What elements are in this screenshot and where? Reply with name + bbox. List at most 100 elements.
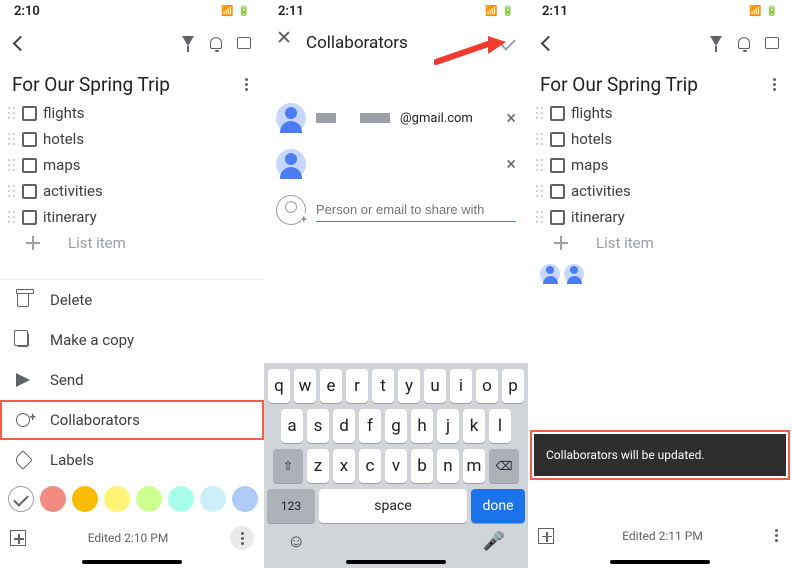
checklist-item[interactable]: activities: [534, 178, 786, 204]
checklist-item[interactable]: maps: [6, 152, 258, 178]
color-swatch[interactable]: [72, 486, 98, 512]
backspace-key[interactable]: ⌫: [489, 449, 519, 483]
checklist-item[interactable]: activities: [6, 178, 258, 204]
checklist-item[interactable]: maps: [534, 152, 786, 178]
status-time: 2:10: [14, 4, 40, 19]
back-icon[interactable]: [8, 31, 32, 55]
space-key[interactable]: space: [319, 489, 467, 523]
letter-key[interactable]: t: [372, 369, 394, 403]
letter-key[interactable]: r: [346, 369, 368, 403]
color-swatch[interactable]: [232, 486, 258, 512]
sheet-labels[interactable]: Labels: [0, 440, 264, 480]
pin-icon[interactable]: [176, 31, 200, 55]
color-swatch[interactable]: [40, 486, 66, 512]
remove-collaborator-icon[interactable]: ×: [506, 154, 516, 175]
pin-icon[interactable]: [704, 31, 728, 55]
add-list-item[interactable]: List item: [534, 230, 786, 256]
overflow-icon[interactable]: [769, 74, 780, 95]
status-time: 2:11: [542, 4, 568, 19]
letter-key[interactable]: w: [294, 369, 316, 403]
color-swatch[interactable]: [168, 486, 194, 512]
letter-key[interactable]: e: [320, 369, 342, 403]
overflow-icon[interactable]: [230, 526, 254, 550]
checklist-item[interactable]: hotels: [6, 126, 258, 152]
back-icon[interactable]: [536, 31, 560, 55]
confirm-icon[interactable]: [496, 31, 520, 55]
collaborator-chips: [528, 256, 792, 292]
checklist-item[interactable]: hotels: [534, 126, 786, 152]
edited-time: Edited 2:10 PM: [88, 531, 169, 545]
letter-key[interactable]: f: [359, 409, 381, 443]
letter-key[interactable]: o: [476, 369, 498, 403]
letter-key[interactable]: q: [268, 369, 290, 403]
archive-icon[interactable]: [760, 31, 784, 55]
note-title[interactable]: For Our Spring Trip: [12, 73, 170, 96]
home-indicator: [346, 560, 446, 564]
letter-key[interactable]: x: [333, 449, 355, 483]
checklist: flights hotels maps activities itinerary…: [0, 100, 264, 256]
letter-key[interactable]: y: [398, 369, 420, 403]
note-title[interactable]: For Our Spring Trip: [540, 73, 698, 96]
sheet-delete[interactable]: Delete: [0, 280, 264, 320]
note-footer: Edited 2:10 PM: [0, 516, 264, 556]
letter-key[interactable]: j: [437, 409, 459, 443]
letter-key[interactable]: h: [411, 409, 433, 443]
letter-key[interactable]: n: [437, 449, 459, 483]
color-swatch[interactable]: [136, 486, 162, 512]
collaborator-avatar-icon[interactable]: [564, 264, 584, 284]
sheet-collaborators[interactable]: Collaborators: [0, 400, 264, 440]
note-title-row: For Our Spring Trip: [0, 65, 264, 100]
checklist-item[interactable]: itinerary: [6, 204, 258, 230]
checklist-item[interactable]: itinerary: [534, 204, 786, 230]
archive-icon[interactable]: [232, 31, 256, 55]
letter-key[interactable]: z: [307, 449, 329, 483]
color-swatch[interactable]: [104, 486, 130, 512]
panel-note-with-toast: 2:11 📶🔋 For Our Spring Trip flights hote…: [528, 0, 792, 568]
letter-key[interactable]: p: [502, 369, 524, 403]
color-swatch[interactable]: [8, 486, 34, 512]
collaborator-avatar-icon[interactable]: [540, 264, 560, 284]
sheet-send[interactable]: Send: [0, 360, 264, 400]
numeric-key[interactable]: 123: [267, 489, 315, 523]
status-icons: 📶🔋: [749, 6, 778, 17]
add-box-icon[interactable]: [538, 528, 554, 544]
emoji-key[interactable]: ☺: [287, 531, 305, 552]
letter-key[interactable]: i: [450, 369, 472, 403]
checklist-item[interactable]: flights: [534, 100, 786, 126]
letter-key[interactable]: d: [333, 409, 355, 443]
sheet-copy[interactable]: Make a copy: [0, 320, 264, 360]
letter-key[interactable]: l: [489, 409, 511, 443]
done-key[interactable]: done: [471, 489, 525, 523]
letter-key[interactable]: k: [463, 409, 485, 443]
color-swatch[interactable]: [200, 486, 226, 512]
app-bar: [528, 21, 792, 65]
status-bar: 2:11 📶🔋: [528, 0, 792, 21]
avatar-icon: [276, 103, 306, 133]
reminder-icon[interactable]: [732, 31, 756, 55]
add-box-icon[interactable]: [10, 530, 26, 546]
letter-key[interactable]: g: [385, 409, 407, 443]
mic-key[interactable]: 🎤: [483, 531, 505, 552]
letter-key[interactable]: m: [463, 449, 485, 483]
toast-highlight: Collaborators will be updated.: [532, 432, 788, 478]
letter-key[interactable]: u: [424, 369, 446, 403]
letter-key[interactable]: b: [411, 449, 433, 483]
share-input[interactable]: [316, 198, 516, 222]
reminder-icon[interactable]: [204, 31, 228, 55]
letter-key[interactable]: a: [281, 409, 303, 443]
close-icon[interactable]: [272, 31, 296, 55]
add-list-item[interactable]: List item: [6, 230, 258, 256]
overflow-icon[interactable]: [771, 525, 782, 546]
status-bar: 2:10 📶🔋: [0, 0, 264, 21]
checklist-item[interactable]: flights: [6, 100, 258, 126]
status-icons: 📶🔋: [221, 6, 250, 17]
home-indicator: [82, 560, 182, 564]
overflow-icon[interactable]: [241, 74, 252, 95]
letter-key[interactable]: c: [359, 449, 381, 483]
send-icon: [14, 371, 32, 389]
shift-key[interactable]: ⇧: [273, 449, 303, 483]
remove-collaborator-icon[interactable]: ×: [506, 108, 516, 129]
letter-key[interactable]: v: [385, 449, 407, 483]
bottom-sheet: Delete Make a copy Send Collaborators La…: [0, 279, 264, 568]
letter-key[interactable]: s: [307, 409, 329, 443]
